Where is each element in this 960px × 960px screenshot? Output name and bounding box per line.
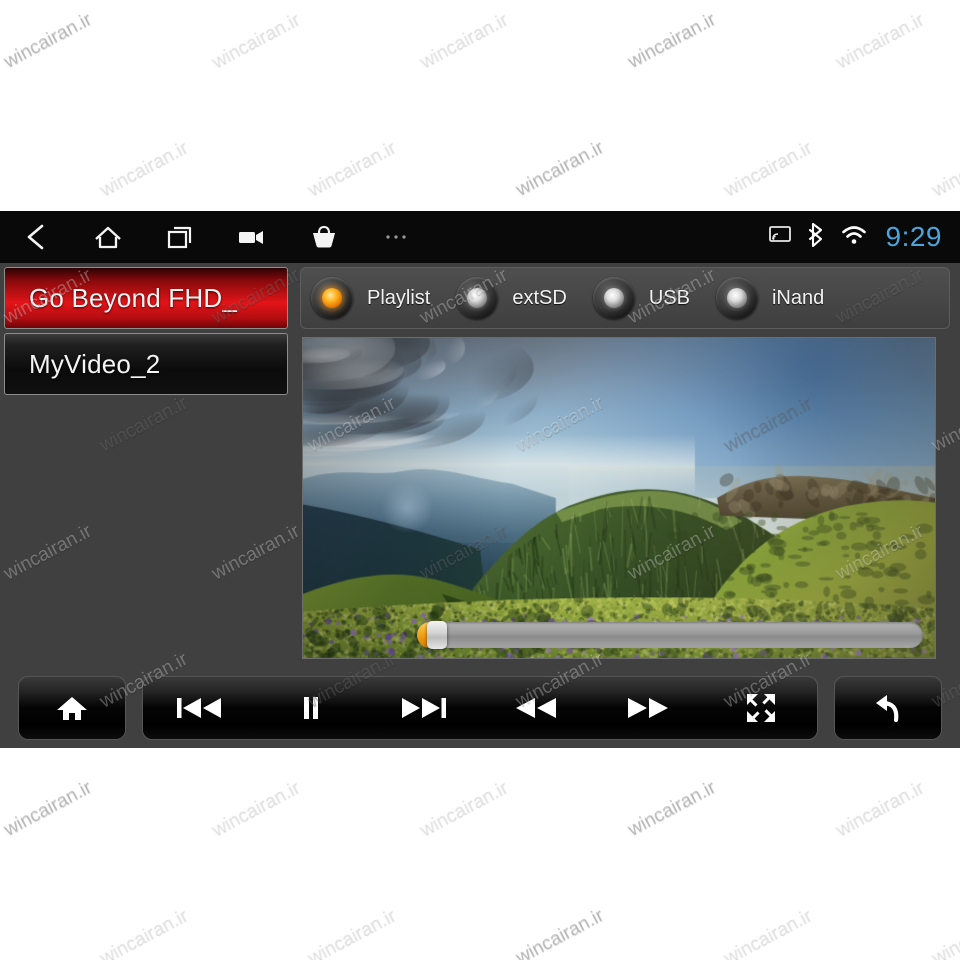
- radio-selected-icon[interactable]: [311, 277, 353, 319]
- home-icon[interactable]: [72, 211, 144, 263]
- status-bar-nav-group: [0, 211, 432, 263]
- source-option-usb[interactable]: USB: [592, 268, 716, 328]
- playlist-item[interactable]: MyVideo_2: [4, 333, 288, 395]
- radio-unselected-icon[interactable]: [456, 277, 499, 319]
- screenshot-canvas: 9:29 Go Beyond FHD_ MyVideo_2 Playlist e…: [0, 0, 960, 960]
- wifi-icon[interactable]: [840, 224, 868, 251]
- dock-transport-group: [142, 676, 818, 740]
- playlist-item-selected[interactable]: Go Beyond FHD_: [4, 267, 288, 329]
- playlist-sidebar: Go Beyond FHD_ MyVideo_2: [0, 263, 292, 668]
- next-track-button[interactable]: [381, 677, 467, 739]
- dock-back-group: [834, 676, 942, 740]
- player-control-dock: [0, 668, 960, 748]
- radio-unselected-icon[interactable]: [715, 277, 758, 319]
- source-option-label: extSD: [512, 286, 567, 309]
- watermark-text: wincairan.ir: [304, 136, 400, 201]
- player-panel: Playlist extSD USB iNand: [292, 263, 960, 668]
- watermark-text: wincairan.ir: [0, 776, 96, 841]
- source-option-label: Playlist: [367, 286, 431, 309]
- status-bar-tray: 9:29: [768, 221, 960, 253]
- media-player-body: Go Beyond FHD_ MyVideo_2 Playlist extSD: [0, 263, 960, 748]
- watermark-text: wincairan.ir: [96, 904, 192, 960]
- watermark-text: wincairan.ir: [832, 776, 928, 841]
- watermark-text: wincairan.ir: [512, 904, 608, 960]
- source-option-extsd[interactable]: extSD: [456, 268, 592, 328]
- back-button[interactable]: [845, 677, 931, 739]
- watermark-text: wincairan.ir: [304, 904, 400, 960]
- shopping-basket-icon[interactable]: [288, 211, 360, 263]
- back-icon[interactable]: [0, 211, 72, 263]
- video-seek-bar[interactable]: [417, 621, 923, 649]
- watermark-text: wincairan.ir: [720, 904, 816, 960]
- fast-forward-button[interactable]: [605, 677, 691, 739]
- fullscreen-button[interactable]: [718, 677, 804, 739]
- home-button[interactable]: [29, 677, 115, 739]
- watermark-text: wincairan.ir: [208, 8, 304, 73]
- source-option-label: USB: [648, 286, 690, 309]
- video-frame-image: [303, 338, 935, 658]
- bluetooth-icon[interactable]: [806, 222, 826, 253]
- source-option-label: iNand: [771, 286, 825, 309]
- android-status-bar: 9:29: [0, 211, 960, 263]
- previous-track-button[interactable]: [156, 677, 242, 739]
- watermark-text: wincairan.ir: [0, 8, 96, 73]
- seek-track[interactable]: [417, 622, 923, 648]
- more-options-icon[interactable]: [360, 211, 432, 263]
- watermark-text: wincairan.ir: [416, 776, 512, 841]
- video-camera-icon[interactable]: [216, 211, 288, 263]
- rewind-button[interactable]: [493, 677, 579, 739]
- watermark-text: wincairan.ir: [208, 776, 304, 841]
- watermark-text: wincairan.ir: [928, 904, 960, 960]
- watermark-text: wincairan.ir: [96, 136, 192, 201]
- watermark-text: wincairan.ir: [624, 8, 720, 73]
- watermark-text: wincairan.ir: [512, 136, 608, 201]
- seek-thumb-handle[interactable]: [426, 621, 447, 649]
- pause-button[interactable]: [268, 677, 354, 739]
- recents-icon[interactable]: [144, 211, 216, 263]
- car-head-unit-screen: 9:29 Go Beyond FHD_ MyVideo_2 Playlist e…: [0, 211, 960, 748]
- source-option-playlist[interactable]: Playlist: [311, 268, 456, 328]
- video-viewport[interactable]: [302, 337, 936, 659]
- screen-cast-icon[interactable]: [768, 225, 792, 250]
- watermark-text: wincairan.ir: [720, 136, 816, 201]
- watermark-text: wincairan.ir: [832, 8, 928, 73]
- watermark-text: wincairan.ir: [624, 776, 720, 841]
- watermark-text: wincairan.ir: [416, 8, 512, 73]
- playlist-item-label: Go Beyond FHD_: [29, 282, 238, 313]
- status-bar-clock: 9:29: [885, 221, 942, 252]
- watermark-text: wincairan.ir: [928, 136, 960, 201]
- playlist-item-label: MyVideo_2: [29, 348, 161, 379]
- radio-unselected-icon[interactable]: [592, 277, 635, 319]
- source-selector-strip: Playlist extSD USB iNand: [300, 267, 950, 329]
- source-option-inand[interactable]: iNand: [715, 268, 850, 328]
- dock-home-group: [18, 676, 126, 740]
